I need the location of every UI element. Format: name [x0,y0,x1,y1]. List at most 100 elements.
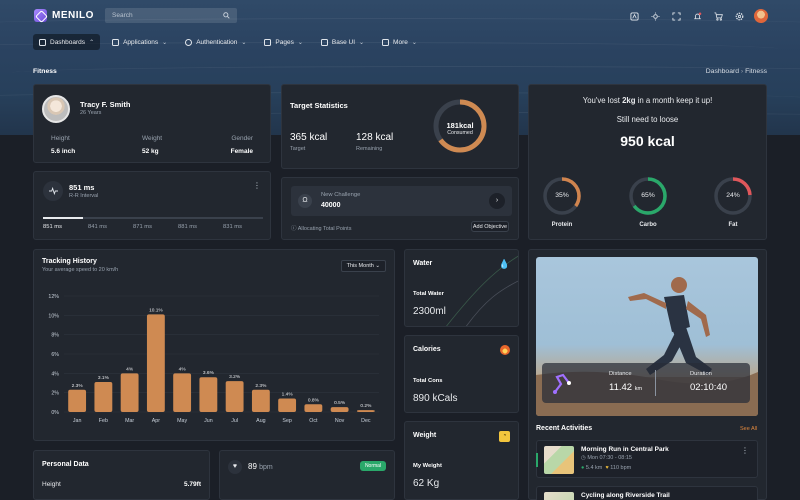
loss-text-post: in a month keep it up! [635,96,713,105]
macro-value: 65% [641,192,655,199]
bar-data-label: 4% [179,366,187,372]
fullscreen-icon[interactable] [670,10,682,22]
bar-data-label: 0.8% [308,397,320,403]
target-remaining: 128 kcal [356,132,394,143]
bar [304,404,323,412]
rr-tick: 871 ms [133,224,153,230]
activity-item[interactable]: Morning Run in Central Park ◷ Mon 07:30 … [536,440,758,478]
activity-map-thumbnail [544,446,574,474]
x-tick-label: Jan [73,418,82,424]
target-title: Target Statistics [290,101,348,110]
activities-title: Recent Activities [536,425,593,432]
breadcrumb-item[interactable]: Dashboard [706,68,739,75]
activity-item[interactable]: Cycling along Riverside Trail [536,486,758,500]
profile-avatar [42,95,70,123]
rr-tick: 841 ms [88,224,108,230]
macro-value: 35% [555,192,569,199]
loss-message: You've lost 2kg in a month keep it up! [529,96,766,105]
bar-data-label: 3.1% [98,375,110,381]
search-input[interactable]: Search [105,8,237,23]
distance-unit: km [634,386,643,392]
brand-logo[interactable]: MENILO [34,9,94,22]
page-title: Fitness [33,68,57,75]
see-all-link[interactable]: See All [740,426,757,432]
chevron-down-icon: ⌄ [411,39,417,46]
add-objective-button[interactable]: Add Objective [471,221,509,232]
loss-amount: 2kg [622,96,636,105]
nav-item-base-ui[interactable]: Base UI ⌄ [315,34,370,50]
nav-label: Applications [123,38,159,46]
nav-item-more[interactable]: More ⌄ [376,34,423,50]
gender-label: Gender [231,135,253,142]
x-tick-label: Nov [335,418,345,424]
y-tick-label: 2% [51,391,59,397]
x-tick-label: Jun [204,418,213,424]
rr-tick: 831 ms [223,224,243,230]
x-tick-label: Jul [231,418,238,424]
macro-fat: 24% Fat [712,175,754,235]
weight-value: 62 Kg [413,478,440,489]
water-label: Total Water [413,291,444,297]
tracking-bar-chart: 0% 2% 4% 6% 8% 10% 12% 2.3% Jan 3.1% Feb 4% Mar 10.1%… [48,294,379,424]
bar [225,381,244,412]
weight-card: Weight ◔ My Weight 62 Kg [404,421,519,500]
bar-data-label: 2.3% [255,383,267,389]
rr-label: R-R Interval [69,193,99,199]
sun-icon[interactable] [649,10,661,22]
height-value: 5.6 inch [51,148,76,155]
challenge-note: ⓘ Allocating Total Points [291,226,352,232]
macro-carbo: 65% Carbo [627,175,669,235]
x-tick-label: Apr [152,418,160,424]
macro-value: 24% [726,192,740,199]
rr-progress-fill [43,217,83,219]
breadcrumb-item: Fitness [745,68,767,75]
activity-metrics: ● 5.4 km ♥ 110 bpm [581,465,631,471]
challenge-next-button[interactable]: › [489,193,505,209]
breadcrumb: Dashboard › Fitness [706,68,767,75]
y-tick-label: 4% [51,371,59,377]
search-placeholder: Search [112,12,133,19]
bar [356,410,375,412]
water-title: Water [413,260,433,267]
bar-data-label: 0.2% [360,403,372,409]
activity-title: Cycling along Riverside Trail [581,492,670,499]
cart-icon[interactable] [712,10,724,22]
y-tick-label: 0% [51,410,59,416]
nav-item-authentication[interactable]: Authentication ⌄ [179,34,252,50]
water-value: 2300ml [413,306,446,317]
activity-distance: 5.4 km [585,465,603,471]
activity-title: Morning Run in Central Park [581,446,669,453]
y-tick-label: 8% [51,333,59,339]
more-options-icon[interactable]: ⋮ [741,446,749,455]
bar [173,373,192,412]
ring-label: Consumed [447,130,473,136]
personal-data-card: Personal Data Height 5.79ft [33,450,210,500]
translate-icon[interactable] [628,10,640,22]
loss-value: 950 kcal [620,133,675,149]
x-tick-label: Aug [256,418,265,424]
more-options-icon[interactable]: ⋮ [253,181,261,190]
bar-data-label: 3.2% [229,374,241,380]
settings-icon[interactable] [733,10,745,22]
nav-item-dashboards[interactable]: Dashboards ⌃ [33,34,101,50]
nav-item-applications[interactable]: Applications ⌄ [106,34,173,50]
heart-rate-value: 89 [248,462,257,471]
distance-label: Distance [609,371,632,377]
activity-time: ◷ Mon 07:30 - 08:15 [581,455,632,461]
tracking-subtitle: Your average speed to 20 km/h [42,267,119,273]
bar [146,314,165,412]
activity-time-text: Mon 07:30 - 08:15 [587,455,632,461]
heart-icon: ♥ [605,465,609,471]
notification-icon[interactable] [691,10,703,22]
rr-value: 851 ms [69,183,95,192]
weight-value: 52 kg [142,148,159,155]
target-total-label: Target [290,146,306,152]
brand-name: MENILO [52,10,94,21]
weight-label: My Weight [413,463,442,469]
nav-label: More [393,38,408,46]
challenge-card: Ω New Challenge 40000 › ⓘ Allocating Tot… [281,177,519,240]
period-select[interactable]: This Month ⌄ [340,260,386,272]
nav-item-pages[interactable]: Pages ⌄ [258,34,308,50]
user-avatar[interactable] [754,9,768,23]
more-icon [382,38,390,46]
